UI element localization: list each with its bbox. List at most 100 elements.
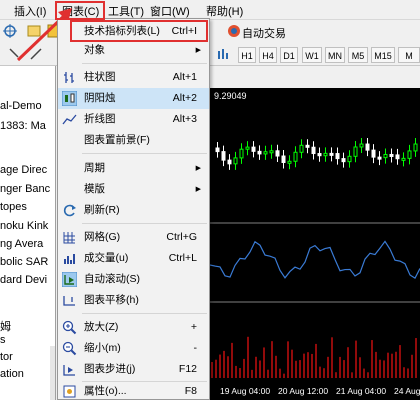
autoscroll-icon	[61, 271, 78, 288]
menu-item-properties[interactable]: 属性(o)... F8	[58, 381, 209, 400]
candle	[293, 151, 298, 162]
auto-trading-icon[interactable]	[226, 23, 242, 39]
candle	[299, 144, 304, 153]
charts-dropdown-menu: 技术指标列表(L) Ctrl+I 对象 ▶ 柱状图 Alt+1 阴阳烛 Alt+…	[57, 18, 210, 400]
menu-item-zoom-out[interactable]: 缩小(m) -	[58, 338, 209, 359]
candle	[215, 147, 220, 153]
candle	[227, 159, 232, 165]
tf-h4[interactable]: H4	[259, 47, 277, 63]
candle	[245, 146, 250, 150]
candle	[335, 153, 340, 160]
candle	[233, 157, 238, 165]
candle	[323, 152, 328, 157]
tf-m5[interactable]: M5	[348, 47, 368, 63]
candle	[389, 153, 394, 157]
tf-w1[interactable]: W1	[302, 47, 322, 63]
menu-item-volume[interactable]: 成交量(u) Ctrl+L	[58, 248, 209, 269]
line-chart-icon	[62, 112, 77, 127]
menu-separator	[82, 153, 207, 154]
candle	[401, 157, 406, 161]
candle	[317, 153, 322, 157]
menu-item-bar-chart[interactable]: 柱状图 Alt+1	[58, 67, 209, 88]
time-label: 21 Aug 04:00	[336, 386, 387, 396]
auto-trading-button[interactable]: 自动交易	[242, 25, 286, 41]
nav-indicator[interactable]: topes	[0, 201, 27, 213]
time-axis: 19 Aug 04:00 20 Aug 12:00 21 Aug 04:00 2…	[210, 384, 420, 400]
indicator-line	[209, 240, 420, 279]
nav-account[interactable]: al-Demo	[0, 100, 42, 112]
period-icon[interactable]	[216, 46, 232, 62]
properties-icon	[62, 384, 77, 399]
candle	[347, 155, 352, 163]
candle	[365, 143, 370, 151]
navigator-panel: al-Demo 1383: Ma age Direc nger Banc top…	[0, 66, 56, 400]
candle	[353, 146, 358, 157]
menu-item-zoom-in[interactable]: 放大(Z) +	[58, 317, 209, 338]
nav-item[interactable]: ation	[0, 368, 24, 380]
menu-item-candlestick[interactable]: 阴阳烛 Alt+2	[58, 88, 209, 109]
candle	[407, 150, 412, 159]
menu-item-autoscroll[interactable]: 自动滚动(S)	[58, 269, 209, 290]
submenu-arrow-icon: ▶	[195, 186, 201, 193]
tf-m[interactable]: M	[398, 47, 420, 63]
tf-d1[interactable]: D1	[280, 47, 298, 63]
nav-item[interactable]: s	[0, 334, 6, 346]
menu-help[interactable]: 帮助(H)	[206, 3, 243, 19]
menu-separator	[82, 313, 207, 314]
chart-canvas: 9.29049	[209, 91, 420, 378]
nav-indicator[interactable]: dard Devi	[0, 274, 47, 286]
candle	[221, 151, 226, 161]
candle	[341, 158, 346, 163]
candle	[413, 143, 418, 152]
time-label: 20 Aug 12:00	[278, 386, 329, 396]
zoom-in-icon	[62, 320, 77, 335]
price-label: 9.29049	[214, 91, 247, 101]
menu-item-chart-foreground[interactable]: 图表置前景(F)	[58, 130, 209, 151]
price-chart[interactable]: 9.29049	[209, 88, 420, 384]
candle	[329, 152, 334, 156]
bar-chart-icon	[62, 70, 77, 85]
grid-icon	[62, 230, 77, 245]
navigator-scrollbar[interactable]	[50, 346, 55, 400]
candle	[383, 153, 388, 159]
candle	[269, 150, 274, 154]
candle	[311, 146, 316, 155]
menu-separator	[82, 63, 207, 64]
tf-mn[interactable]: MN	[325, 47, 345, 63]
nav-indicator[interactable]: age Direc	[0, 164, 47, 176]
nav-indicator[interactable]: ng Avera	[0, 238, 43, 250]
menu-item-grid[interactable]: 网格(G) Ctrl+G	[58, 227, 209, 248]
volume-icon	[62, 251, 77, 266]
candle	[287, 160, 292, 164]
tf-m15[interactable]: M15	[371, 47, 395, 63]
menu-tools[interactable]: 工具(T)	[108, 3, 144, 19]
nav-indicator[interactable]: noku Kink	[0, 220, 48, 232]
candle	[371, 149, 376, 158]
chart-shift-icon	[62, 293, 77, 308]
menu-item-periodicity[interactable]: 周期 ▶	[58, 158, 209, 179]
candle	[275, 150, 280, 157]
time-label: 24 Aug 20:00	[394, 386, 420, 396]
menu-item-refresh[interactable]: 刷新(R)	[58, 200, 209, 221]
highlight-box	[55, 1, 105, 20]
menu-item-step[interactable]: 图表步进(j) F12	[58, 359, 209, 380]
menu-item-template[interactable]: 模版 ▶	[58, 179, 209, 200]
candle	[257, 150, 262, 155]
nav-item[interactable]: 姆	[0, 318, 11, 334]
nav-indicator[interactable]: bolic SAR	[0, 256, 48, 268]
refresh-icon	[62, 203, 77, 218]
nav-item[interactable]: tor	[0, 351, 13, 363]
nav-account-id[interactable]: 1383: Ma	[0, 120, 46, 132]
tf-h1[interactable]: H1	[238, 47, 256, 63]
candle	[239, 148, 244, 159]
menu-item-chart-shift[interactable]: 图表平移(h)	[58, 290, 209, 311]
menu-item-objects[interactable]: 对象 ▶	[58, 40, 209, 61]
candle	[395, 154, 400, 160]
menu-window[interactable]: 窗口(W)	[150, 3, 190, 19]
step-icon	[62, 362, 77, 377]
time-label: 19 Aug 04:00	[220, 386, 271, 396]
nav-indicator[interactable]: nger Banc	[0, 183, 50, 195]
candle	[359, 143, 364, 148]
candle	[377, 156, 382, 160]
menu-item-line-chart[interactable]: 折线图 Alt+3	[58, 109, 209, 130]
